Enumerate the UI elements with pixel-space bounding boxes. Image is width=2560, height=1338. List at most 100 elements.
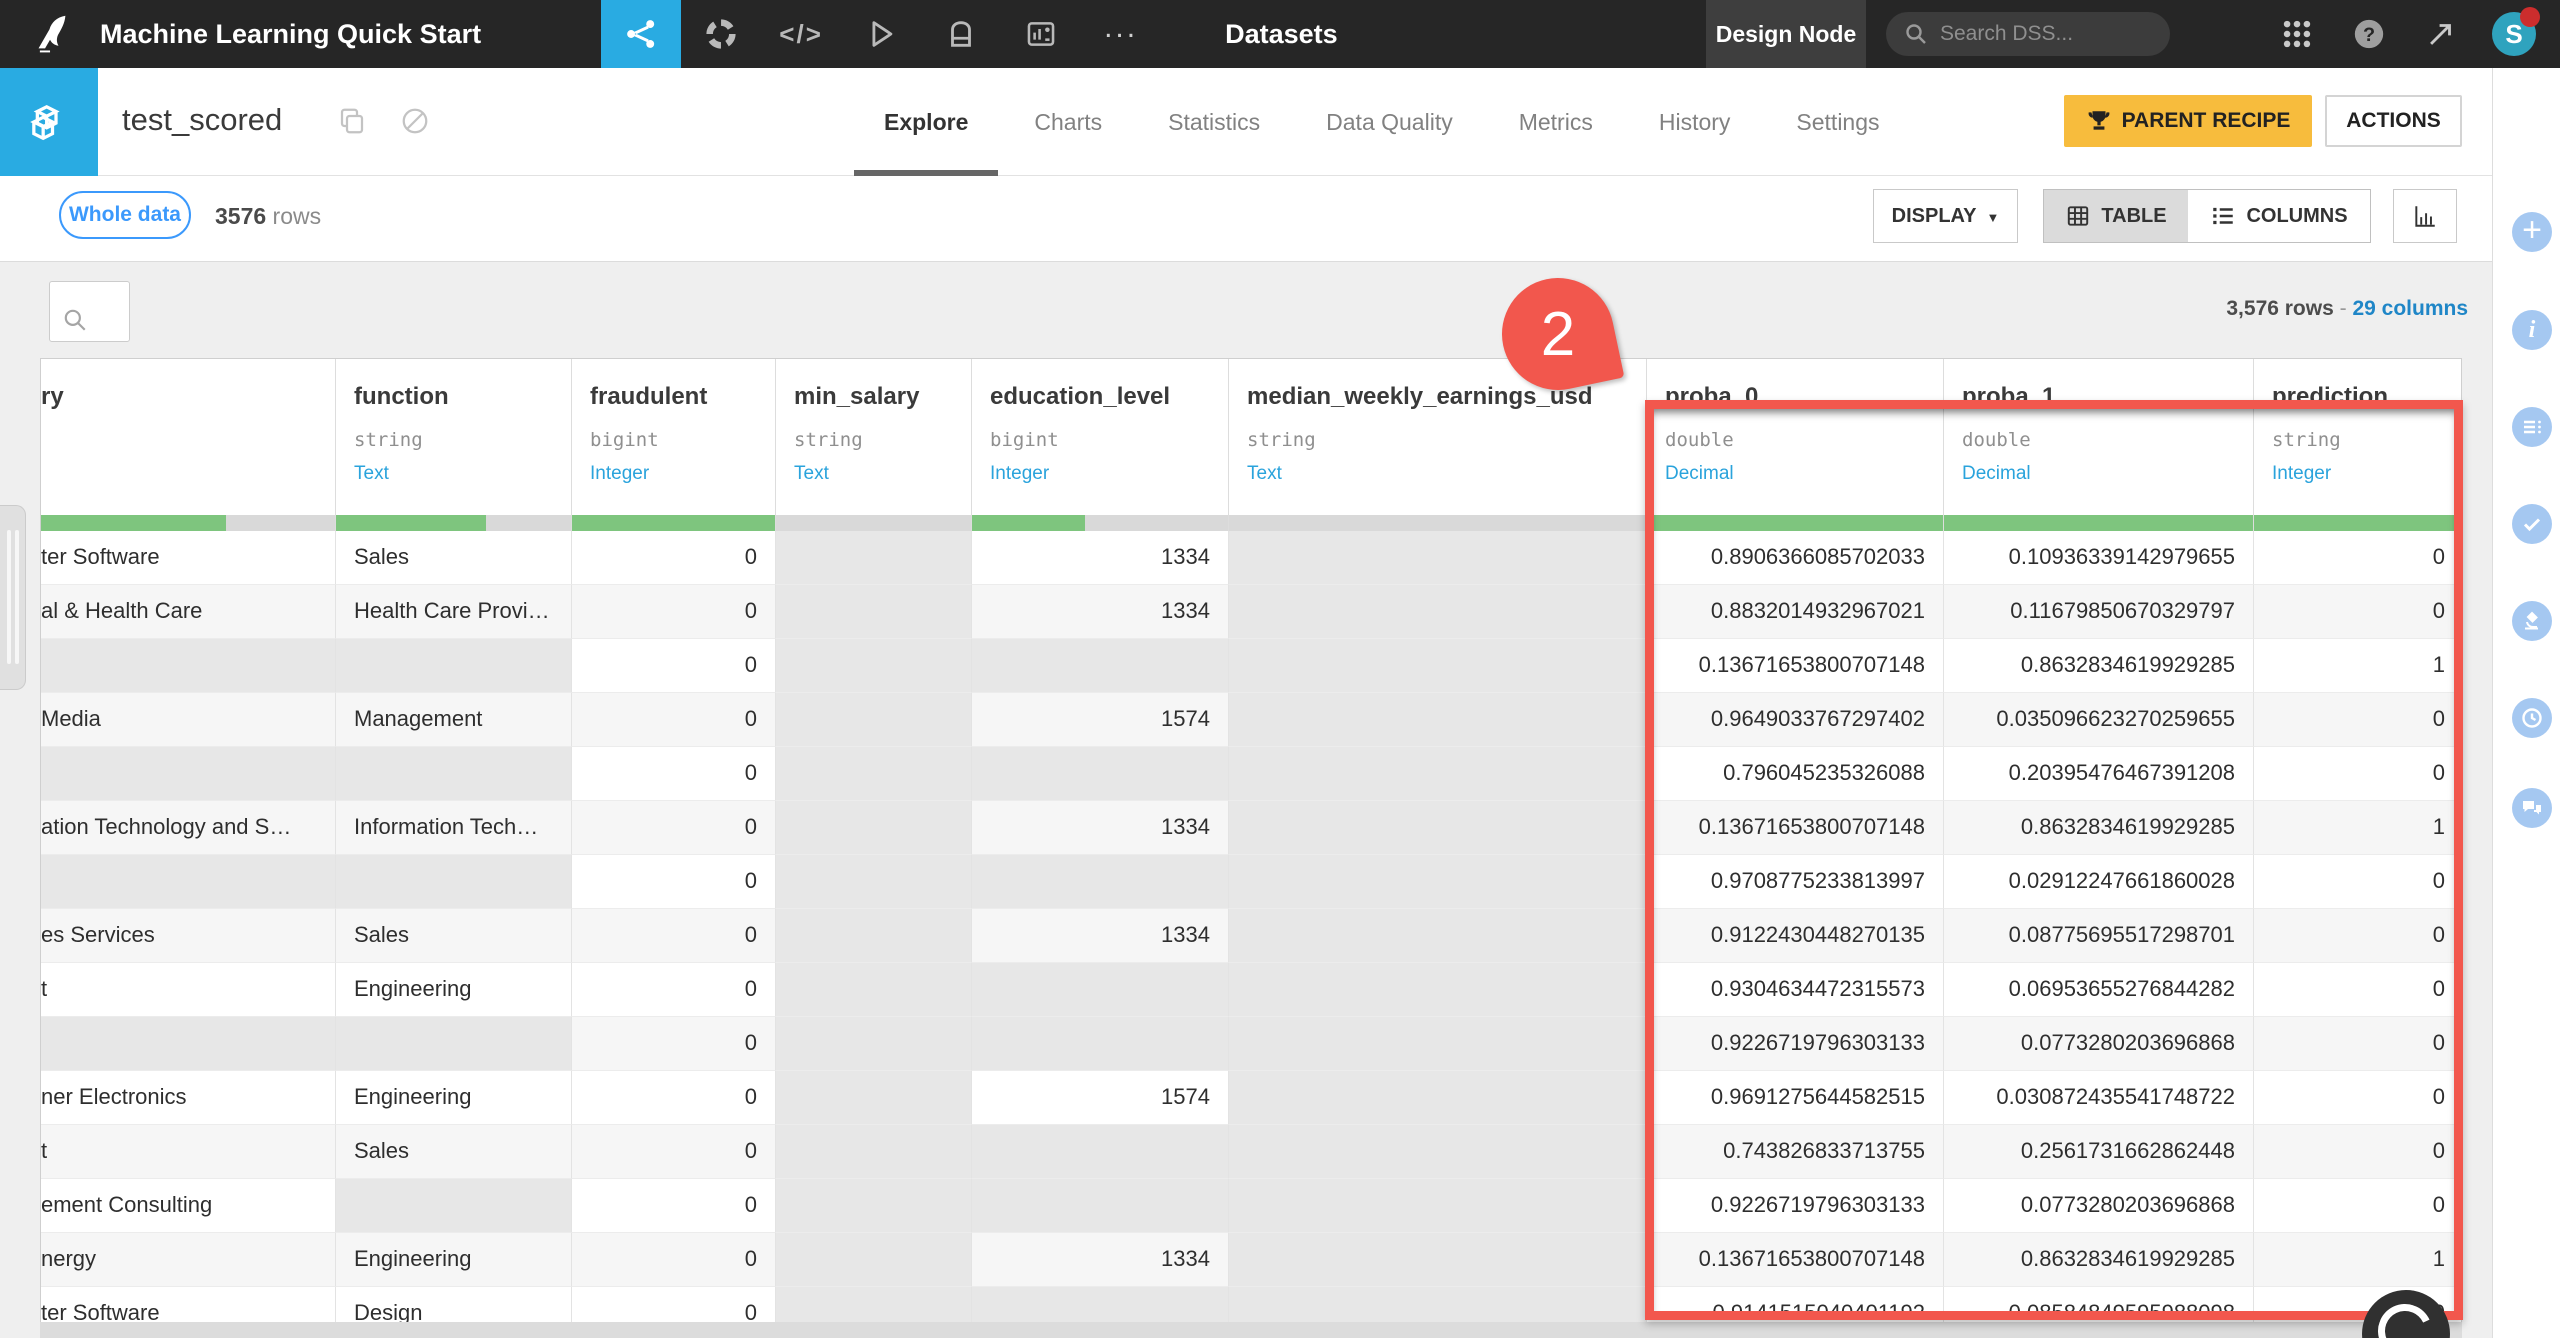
analyze-chart-button[interactable] xyxy=(2393,189,2457,243)
cell-proba_0[interactable]: 0.8832014932967021 xyxy=(1647,585,1944,639)
cell-function[interactable]: Health Care Provi… xyxy=(336,585,572,639)
cell-min_salary[interactable] xyxy=(776,1179,972,1233)
cell-education_level[interactable] xyxy=(972,855,1229,909)
tab-explore[interactable]: Explore xyxy=(853,68,999,176)
cell-function[interactable]: Sales xyxy=(336,1125,572,1179)
cell-fraudulent[interactable]: 0 xyxy=(572,1017,776,1071)
cell-proba_1[interactable]: 0.8632834619929285 xyxy=(1944,639,2254,693)
table-search-box[interactable] xyxy=(49,281,130,342)
cell-function[interactable] xyxy=(336,639,572,693)
cell-proba_0[interactable]: 0.9708775233813997 xyxy=(1647,855,1944,909)
checks-icon[interactable] xyxy=(2512,504,2552,544)
cell-fraudulent[interactable]: 0 xyxy=(572,963,776,1017)
cell-fraudulent[interactable]: 0 xyxy=(572,1287,776,1322)
cell-function[interactable]: Information Tech… xyxy=(336,801,572,855)
cell-min_salary[interactable] xyxy=(776,909,972,963)
lab-analyze-icon[interactable] xyxy=(2512,601,2552,641)
cell-proba_1[interactable]: 0.08775695517298701 xyxy=(1944,909,2254,963)
view-table-button[interactable]: TABLE xyxy=(2043,189,2189,243)
cell-proba_1[interactable]: 0.0773280203696868 xyxy=(1944,1179,2254,1233)
cell-proba_0[interactable]: 0.13671653800707148 xyxy=(1647,801,1944,855)
cell-proba_0[interactable]: 0.9691275644582515 xyxy=(1647,1071,1944,1125)
add-icon[interactable]: + xyxy=(2512,211,2552,252)
cell-median_weekly_earnings_usd[interactable] xyxy=(1229,855,1647,909)
cell-education_level[interactable]: 1574 xyxy=(972,1071,1229,1125)
cell-ry[interactable]: t xyxy=(41,963,336,1017)
cell-min_salary[interactable] xyxy=(776,1233,972,1287)
cell-function[interactable] xyxy=(336,747,572,801)
cell-proba_1[interactable]: 0.06953655276844282 xyxy=(1944,963,2254,1017)
display-dropdown[interactable]: DISPLAY ▼ xyxy=(1873,189,2018,243)
cell-prediction[interactable]: 0 xyxy=(2254,909,2461,963)
column-header-proba_0[interactable]: proba_0 double Decimal xyxy=(1647,359,1944,531)
cell-proba_0[interactable]: 0.743826833713755 xyxy=(1647,1125,1944,1179)
cell-fraudulent[interactable]: 0 xyxy=(572,855,776,909)
cell-prediction[interactable]: 0 xyxy=(2254,693,2461,747)
cell-proba_1[interactable]: 0.8632834619929285 xyxy=(1944,801,2254,855)
cell-median_weekly_earnings_usd[interactable] xyxy=(1229,585,1647,639)
help-icon[interactable]: ? xyxy=(2352,17,2386,51)
cell-fraudulent[interactable]: 0 xyxy=(572,801,776,855)
cell-fraudulent[interactable]: 0 xyxy=(572,693,776,747)
cell-ry[interactable]: ter Software xyxy=(41,531,336,585)
cell-median_weekly_earnings_usd[interactable] xyxy=(1229,909,1647,963)
cell-prediction[interactable]: 0 xyxy=(2254,963,2461,1017)
cell-prediction[interactable]: 0 xyxy=(2254,1017,2461,1071)
data-table[interactable]: ry function string Text fraudulent bigint Inte… xyxy=(40,358,2462,1322)
cell-ry[interactable]: Media xyxy=(41,693,336,747)
cell-proba_0[interactable]: 0.13671653800707148 xyxy=(1647,639,1944,693)
info-icon[interactable]: i xyxy=(2512,310,2552,350)
cell-fraudulent[interactable]: 0 xyxy=(572,909,776,963)
search-input[interactable] xyxy=(1940,22,2150,46)
left-panel-handle[interactable] xyxy=(0,505,26,690)
column-meaning[interactable]: Text xyxy=(1229,451,1646,485)
column-meaning[interactable]: Integer xyxy=(572,451,775,485)
cell-ry[interactable]: es Services xyxy=(41,909,336,963)
cell-min_salary[interactable] xyxy=(776,585,972,639)
cell-function[interactable]: Sales xyxy=(336,909,572,963)
cell-function[interactable] xyxy=(336,855,572,909)
cell-fraudulent[interactable]: 0 xyxy=(572,639,776,693)
cell-function[interactable]: Engineering xyxy=(336,963,572,1017)
cell-fraudulent[interactable]: 0 xyxy=(572,1071,776,1125)
cell-median_weekly_earnings_usd[interactable] xyxy=(1229,963,1647,1017)
search-bar[interactable] xyxy=(1886,12,2170,56)
cell-proba_0[interactable]: 0.8906366085702033 xyxy=(1647,531,1944,585)
cell-proba_0[interactable]: 0.796045235326088 xyxy=(1647,747,1944,801)
cell-ry[interactable] xyxy=(41,747,336,801)
cell-median_weekly_earnings_usd[interactable] xyxy=(1229,1017,1647,1071)
cell-min_salary[interactable] xyxy=(776,747,972,801)
cell-ry[interactable]: ter Software xyxy=(41,1287,336,1322)
cell-proba_0[interactable]: 0.9226719796303133 xyxy=(1647,1179,1944,1233)
discussions-icon[interactable] xyxy=(2512,788,2552,828)
cell-proba_0[interactable]: 0.9141515040401192 xyxy=(1647,1287,1944,1322)
parent-recipe-button[interactable]: PARENT RECIPE xyxy=(2064,95,2312,147)
cell-prediction[interactable]: 0 xyxy=(2254,1179,2461,1233)
dashboard-icon[interactable] xyxy=(1001,0,1081,68)
cell-education_level[interactable]: 1574 xyxy=(972,693,1229,747)
cell-education_level[interactable] xyxy=(972,1287,1229,1322)
view-columns-button[interactable]: COLUMNS xyxy=(2188,189,2371,243)
cell-proba_1[interactable]: 0.08584849595988098 xyxy=(1944,1287,2254,1322)
cell-min_salary[interactable] xyxy=(776,801,972,855)
cell-proba_0[interactable]: 0.9226719796303133 xyxy=(1647,1017,1944,1071)
cell-fraudulent[interactable]: 0 xyxy=(572,1179,776,1233)
cell-min_salary[interactable] xyxy=(776,1125,972,1179)
cell-education_level[interactable]: 1334 xyxy=(972,1233,1229,1287)
cell-median_weekly_earnings_usd[interactable] xyxy=(1229,1179,1647,1233)
cell-fraudulent[interactable]: 0 xyxy=(572,747,776,801)
cell-prediction[interactable]: 0 xyxy=(2254,531,2461,585)
code-icon[interactable]: </> xyxy=(761,0,841,68)
cell-prediction[interactable]: 0 xyxy=(2254,585,2461,639)
cell-median_weekly_earnings_usd[interactable] xyxy=(1229,801,1647,855)
cell-fraudulent[interactable]: 0 xyxy=(572,1125,776,1179)
cell-prediction[interactable]: 0 xyxy=(2254,855,2461,909)
cell-education_level[interactable]: 1334 xyxy=(972,801,1229,855)
column-meaning[interactable]: Decimal xyxy=(1647,451,1943,485)
cell-proba_1[interactable]: 0.11679850670329797 xyxy=(1944,585,2254,639)
column-meaning[interactable]: Integer xyxy=(972,451,1228,485)
horizontal-scrollbar[interactable] xyxy=(40,1322,2462,1338)
status-slash-icon[interactable] xyxy=(400,106,430,136)
cell-median_weekly_earnings_usd[interactable] xyxy=(1229,1125,1647,1179)
cell-function[interactable]: Engineering xyxy=(336,1071,572,1125)
